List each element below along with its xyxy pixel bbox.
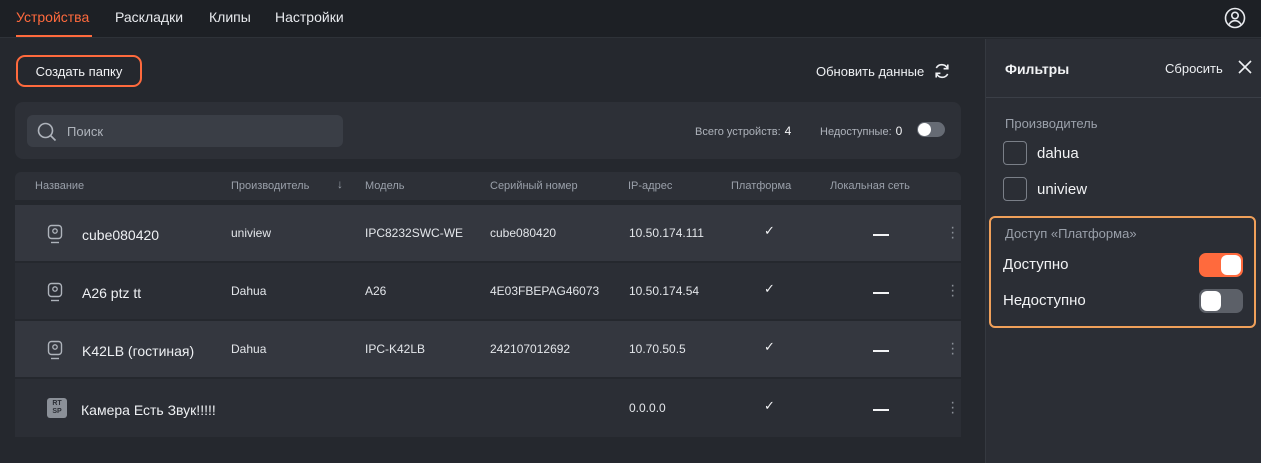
toggle-label: Доступно: [1003, 256, 1069, 273]
platform-check-icon: ✓: [764, 398, 775, 413]
table-row[interactable]: cube080420 uniview IPC8232SWC-WE cube080…: [15, 205, 961, 261]
create-folder-button[interactable]: Создать папку: [16, 55, 142, 87]
device-name: K42LB (гостиная): [82, 343, 195, 359]
devices-main: Создать папку Обновить данные Всего устр…: [0, 39, 985, 463]
col-serial[interactable]: Серийный номер: [490, 180, 578, 192]
row-menu-icon[interactable]: · · ·: [950, 336, 955, 362]
table-row[interactable]: RT SP Камера Есть Звук!!!!! 0.0.0.0 ✓ · ·…: [15, 379, 961, 437]
refresh-icon: [935, 63, 949, 79]
row-menu-icon[interactable]: · · ·: [950, 220, 955, 246]
local-network-dash: [873, 409, 889, 411]
filters-title: Фильтры: [1005, 61, 1070, 77]
camera-icon: [47, 282, 63, 302]
device-ip: 10.70.50.5: [629, 342, 686, 356]
checkbox[interactable]: [1003, 177, 1027, 201]
table-header: Название Производитель ↓ Модель Серийный…: [15, 172, 961, 200]
divider: [986, 97, 1261, 98]
unavailable-toggle[interactable]: [1199, 289, 1243, 313]
col-manufacturer[interactable]: Производитель: [231, 180, 309, 192]
col-local-network[interactable]: Локальная сеть: [830, 180, 910, 192]
search-box[interactable]: [27, 115, 343, 147]
device-manufacturer: uniview: [231, 226, 272, 240]
unavailable-label: Недоступные:: [820, 126, 892, 138]
refresh-data-button[interactable]: Обновить данные: [816, 61, 952, 81]
show-unavailable-toggle[interactable]: [917, 122, 945, 137]
reset-filters-button[interactable]: Сбросить: [1165, 61, 1223, 76]
device-name: Камера Есть Звук!!!!!: [81, 402, 216, 418]
camera-icon: [47, 340, 63, 360]
local-network-dash: [873, 234, 889, 236]
device-serial: 4E03FBEPAG46073: [490, 284, 600, 298]
search-panel: Всего устройств:4 Недоступные:0: [15, 102, 961, 159]
checkbox-label: dahua: [1037, 144, 1079, 162]
refresh-label: Обновить данные: [816, 63, 925, 79]
filter-manufacturer-uniview[interactable]: uniview: [1003, 177, 1087, 201]
device-ip: 0.0.0.0: [629, 401, 666, 415]
platform-check-icon: ✓: [764, 223, 775, 238]
search-input[interactable]: [67, 115, 327, 147]
platform-check-icon: ✓: [764, 281, 775, 296]
local-network-dash: [873, 350, 889, 352]
col-name[interactable]: Название: [35, 180, 84, 192]
total-devices-stat: Всего устройств: 4: [695, 124, 791, 138]
device-serial: cube080420: [490, 226, 557, 240]
close-icon[interactable]: [1237, 59, 1253, 75]
total-devices-count: 4: [784, 124, 792, 138]
user-circle-icon[interactable]: [1224, 7, 1246, 29]
local-network-dash: [873, 292, 889, 294]
col-model[interactable]: Модель: [365, 180, 404, 192]
toggle-knob: [1201, 291, 1221, 311]
filter-access-available[interactable]: Доступно: [1003, 253, 1243, 277]
device-model: A26: [365, 284, 387, 298]
tab-devices[interactable]: Устройства: [16, 9, 89, 25]
col-ip[interactable]: IP-адрес: [628, 180, 672, 192]
sort-arrow-down-icon[interactable]: ↓: [337, 177, 343, 191]
table-row[interactable]: A26 ptz tt Dahua A26 4E03FBEPAG46073 10.…: [15, 263, 961, 319]
access-section-title: Доступ «Платформа»: [1005, 226, 1137, 241]
device-serial: 242107012692: [490, 342, 571, 356]
unavailable-count: 0: [895, 124, 903, 138]
tab-clips[interactable]: Клипы: [209, 9, 251, 25]
filter-manufacturer-dahua[interactable]: dahua: [1003, 141, 1079, 165]
toggle-label: Недоступно: [1003, 292, 1086, 309]
device-model: IPC-K42LB: [365, 342, 426, 356]
manufacturer-section-title: Производитель: [1005, 116, 1098, 131]
device-model: IPC8232SWC-WE: [365, 226, 464, 240]
device-name: A26 ptz tt: [82, 285, 142, 301]
toggle-knob: [1221, 255, 1241, 275]
tab-layouts[interactable]: Раскладки: [115, 9, 183, 25]
rtsp-icon: RT SP: [47, 398, 67, 418]
device-ip: 10.50.174.54: [629, 284, 700, 298]
search-icon: [37, 122, 57, 142]
active-tab-indicator: [16, 35, 92, 37]
row-menu-icon[interactable]: · · ·: [950, 395, 955, 421]
total-devices-label: Всего устройств:: [695, 126, 781, 138]
table-row[interactable]: K42LB (гостиная) Dahua IPC-K42LB 2421070…: [15, 321, 961, 377]
device-ip: 10.50.174.111: [629, 226, 704, 240]
platform-check-icon: ✓: [764, 339, 775, 354]
tab-settings[interactable]: Настройки: [275, 9, 344, 25]
device-manufacturer: Dahua: [231, 342, 267, 356]
filter-access-unavailable[interactable]: Недоступно: [1003, 289, 1243, 313]
device-manufacturer: Dahua: [231, 284, 267, 298]
checkbox-label: uniview: [1037, 180, 1088, 198]
unavailable-stat: Недоступные: 0: [820, 124, 902, 138]
available-toggle[interactable]: [1199, 253, 1243, 277]
camera-icon: [47, 224, 63, 244]
filters-sidebar: Фильтры Сбросить Производитель dahua uni…: [985, 39, 1261, 463]
top-navigation: Устройства Раскладки Клипы Настройки: [0, 0, 1261, 38]
row-menu-icon[interactable]: · · ·: [950, 278, 955, 304]
col-platform[interactable]: Платформа: [731, 180, 791, 192]
checkbox[interactable]: [1003, 141, 1027, 165]
device-name: cube080420: [82, 227, 160, 243]
